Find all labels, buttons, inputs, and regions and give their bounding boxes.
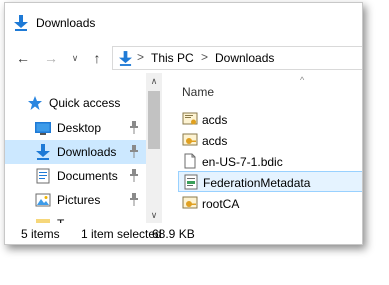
scroll-thumb[interactable] bbox=[148, 91, 160, 149]
status-selection: 1 item selected bbox=[81, 227, 162, 241]
download-arrow-icon bbox=[14, 15, 28, 31]
file-list: ^ Name acds acds en-US-7-1.bdic Federati… bbox=[170, 73, 362, 223]
address-bar[interactable]: > This PC > Downloads bbox=[112, 46, 362, 70]
status-size: 68.9 KB bbox=[152, 227, 195, 241]
nav-pane-scrollbar[interactable]: ∧ ∨ bbox=[146, 73, 162, 223]
nav-item-quick-access[interactable]: Quick access bbox=[5, 91, 146, 115]
file-name: FederationMetadata bbox=[203, 176, 311, 190]
file-row[interactable]: acds bbox=[178, 109, 362, 130]
nav-item-label: Desktop bbox=[57, 121, 102, 135]
window-title: Downloads bbox=[36, 16, 96, 30]
desktop-icon bbox=[35, 122, 51, 135]
file-name: acds bbox=[202, 113, 228, 127]
pin-icon[interactable] bbox=[129, 121, 139, 134]
up-button[interactable]: ↑ bbox=[89, 50, 105, 66]
status-item-count: 5 items bbox=[21, 227, 60, 241]
certificate-key-icon bbox=[182, 196, 198, 209]
nav-item-documents[interactable]: Documents bbox=[5, 164, 146, 188]
nav-item-label: Pictures bbox=[57, 193, 101, 207]
breadcrumb-separator[interactable]: > bbox=[201, 50, 208, 64]
download-arrow-icon bbox=[36, 144, 50, 160]
pictures-icon bbox=[35, 193, 51, 207]
file-row[interactable]: en-US-7-1.bdic bbox=[178, 151, 362, 172]
forward-button[interactable]: → bbox=[43, 50, 59, 66]
nav-item-pictures[interactable]: Pictures bbox=[5, 188, 146, 212]
breadcrumb-separator[interactable]: > bbox=[137, 50, 144, 64]
column-header-name[interactable]: ^ Name bbox=[170, 73, 362, 101]
title-bar: Downloads bbox=[5, 3, 362, 43]
breadcrumb-downloads[interactable]: Downloads bbox=[215, 51, 274, 65]
file-name: rootCA bbox=[202, 197, 240, 211]
nav-item-label: Documents bbox=[57, 169, 118, 183]
scroll-down-button[interactable]: ∨ bbox=[146, 207, 162, 223]
file-icon bbox=[184, 153, 196, 169]
certificate-key-icon bbox=[182, 133, 198, 146]
star-icon bbox=[28, 96, 42, 110]
pin-icon[interactable] bbox=[129, 145, 139, 158]
nav-item-label: Downloads bbox=[57, 145, 117, 159]
download-arrow-icon bbox=[119, 51, 132, 66]
xml-document-icon bbox=[184, 174, 198, 190]
nav-item-desktop[interactable]: Desktop bbox=[5, 116, 146, 140]
nav-item-label: Quick access bbox=[49, 96, 121, 110]
documents-icon bbox=[36, 168, 50, 184]
file-name: en-US-7-1.bdic bbox=[202, 155, 283, 169]
explorer-window: Downloads ← → ∨ ↑ > This PC > Downloads … bbox=[4, 2, 363, 245]
scroll-up-button[interactable]: ∧ bbox=[146, 73, 162, 89]
status-bar: 5 items 1 item selected 68.9 KB bbox=[5, 223, 362, 244]
breadcrumb-this-pc[interactable]: This PC bbox=[151, 51, 194, 65]
file-row[interactable]: rootCA bbox=[178, 193, 362, 214]
file-name: acds bbox=[202, 134, 228, 148]
nav-item-downloads[interactable]: Downloads bbox=[5, 140, 146, 164]
pin-icon[interactable] bbox=[129, 169, 139, 182]
file-row[interactable]: acds bbox=[178, 130, 362, 151]
navigation-bar: ← → ∨ ↑ > This PC > Downloads bbox=[5, 43, 362, 73]
folder-icon bbox=[36, 219, 50, 223]
file-row-selected[interactable]: FederationMetadata bbox=[178, 171, 362, 192]
recent-locations-button[interactable]: ∨ bbox=[67, 50, 83, 66]
navigation-pane: Quick access Desktop Downloads Documents… bbox=[5, 73, 162, 223]
certificate-icon bbox=[182, 112, 198, 125]
sort-indicator: ^ bbox=[300, 75, 305, 85]
nav-item-partial[interactable]: T bbox=[5, 212, 146, 223]
back-button[interactable]: ← bbox=[15, 50, 31, 66]
column-header-label: Name bbox=[182, 85, 215, 99]
pin-icon[interactable] bbox=[129, 193, 139, 206]
